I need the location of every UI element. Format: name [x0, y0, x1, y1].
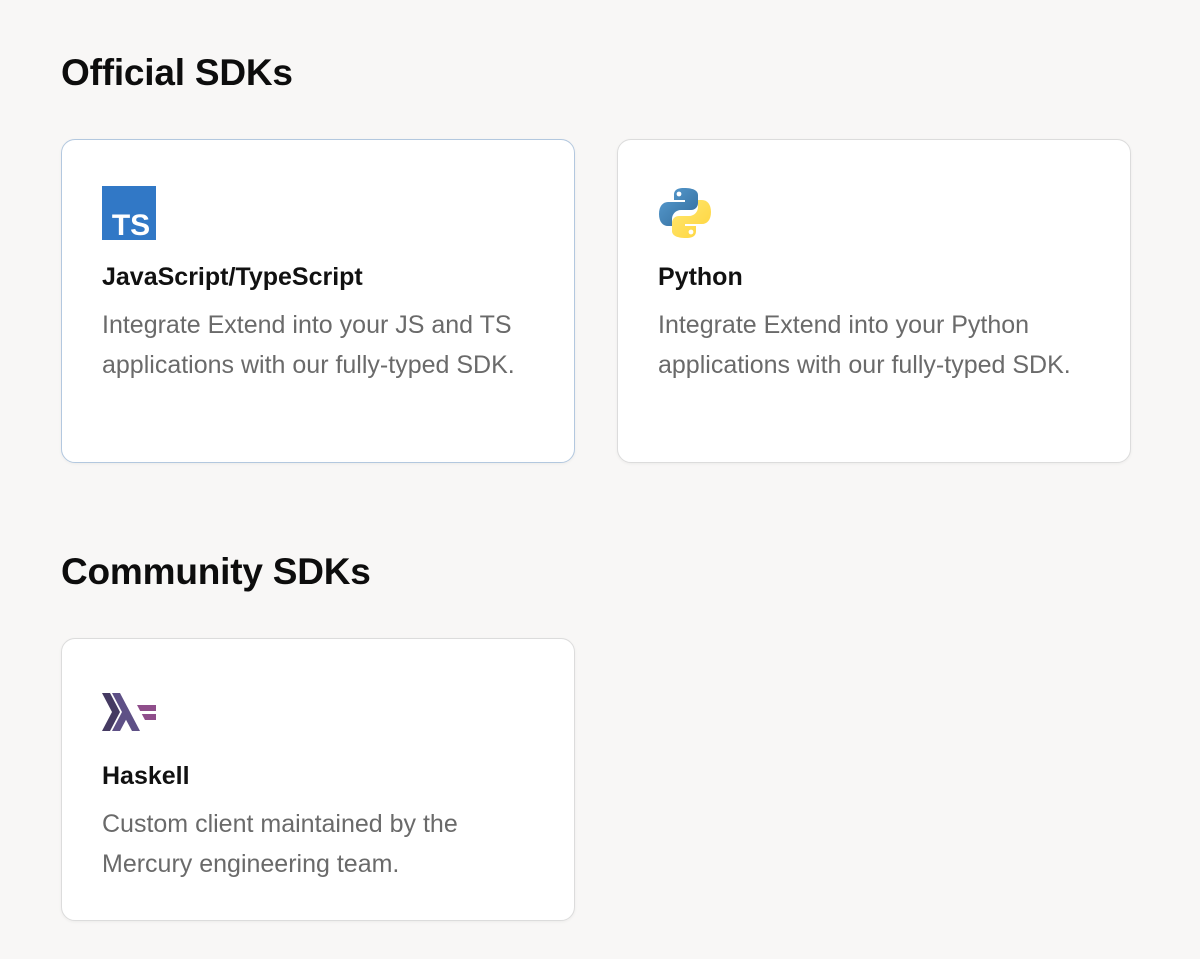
sdk-card-title: Python	[658, 263, 743, 291]
sdk-card-javascript-typescript[interactable]: TS JavaScript/TypeScript Integrate Exten…	[61, 139, 575, 463]
sdk-card-haskell[interactable]: Haskell Custom client maintained by the …	[61, 638, 575, 921]
typescript-logo-text: TS	[112, 209, 150, 240]
official-sdks-heading: Official SDKs	[61, 52, 293, 93]
sdk-card-python[interactable]: Python Integrate Extend into your Python…	[617, 139, 1131, 463]
haskell-logo-icon	[102, 693, 156, 731]
sdk-card-description: Integrate Extend into your JS and TS app…	[102, 311, 515, 379]
sdk-card-title: JavaScript/TypeScript	[102, 263, 363, 291]
sdk-card-description: Custom client maintained by the Mercury …	[102, 810, 458, 878]
community-sdks-heading: Community SDKs	[61, 551, 371, 592]
typescript-logo-icon: TS	[102, 186, 156, 240]
sdk-card-description: Integrate Extend into your Python applic…	[658, 311, 1071, 379]
python-logo-icon	[659, 188, 711, 238]
sdk-card-title: Haskell	[102, 762, 190, 790]
